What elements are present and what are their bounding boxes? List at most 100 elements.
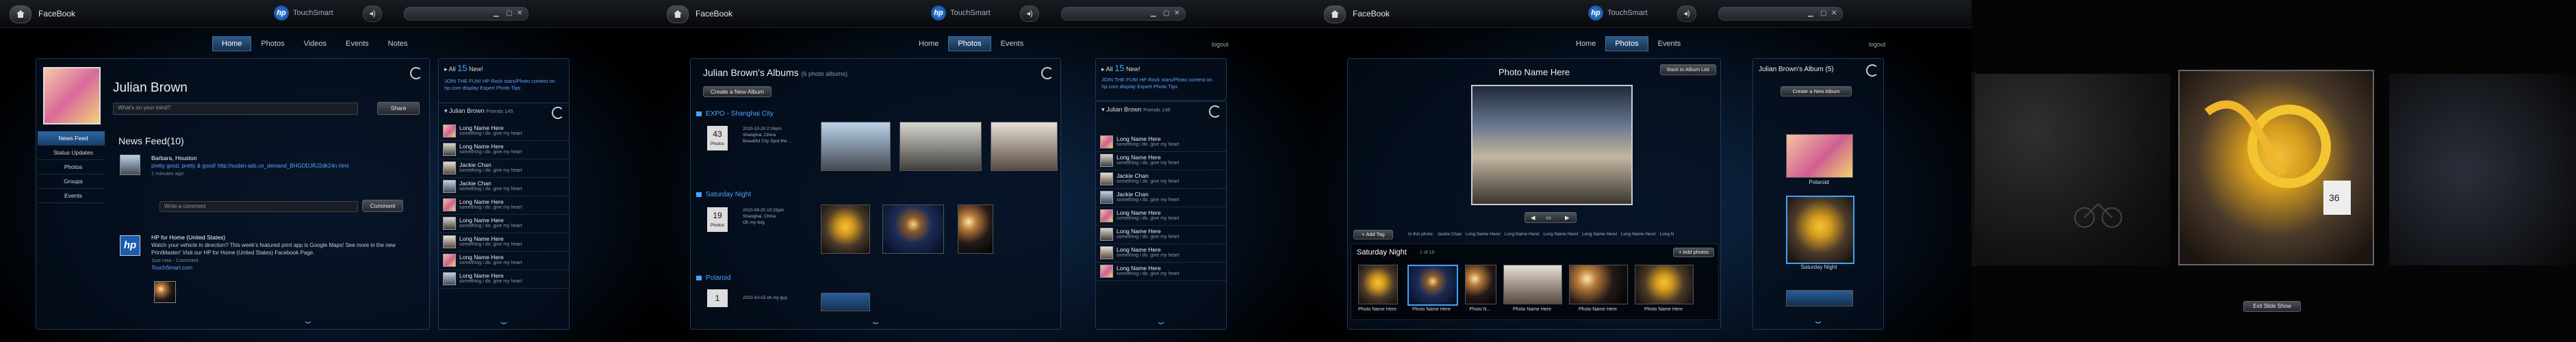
nav-status-updates[interactable]: Status Updates: [38, 146, 105, 160]
tag[interactable]: Long Name Here!: [1582, 232, 1617, 237]
back-to-album-list-button[interactable]: Back to Album List: [1660, 64, 1716, 75]
next-icon[interactable]: ▶: [1565, 213, 1570, 222]
feed-author[interactable]: Barbara, Houston: [151, 155, 398, 162]
feed-link[interactable]: TouchSmart.com: [151, 264, 398, 272]
scroll-down-icon[interactable]: ⌄: [498, 317, 510, 326]
next-slide[interactable]: [2389, 74, 2576, 265]
notification-text[interactable]: JOIN THE FUN! HP Rock stars/Photo contes…: [444, 78, 564, 92]
add-photos-button[interactable]: + Add photos: [1673, 248, 1714, 257]
nav-groups[interactable]: Groups: [38, 174, 105, 189]
main-photo[interactable]: [1471, 85, 1633, 205]
refresh-icon[interactable]: [1041, 67, 1054, 79]
album-title[interactable]: Saturday Night: [696, 191, 751, 198]
friend-row[interactable]: Long Name Here something i do. give my he…: [1096, 207, 1226, 226]
close-icon[interactable]: ✕: [1831, 10, 1837, 17]
notification-text[interactable]: JOIN THE FUN! HP Rock stars/Photo contes…: [1101, 77, 1221, 90]
scroll-down-icon[interactable]: ⌄: [1155, 317, 1167, 326]
album-photo[interactable]: [821, 205, 870, 254]
scroll-down-icon[interactable]: ⌄: [302, 316, 314, 326]
comment-input[interactable]: Write a comment: [160, 201, 358, 212]
tag[interactable]: Long N: [1660, 232, 1674, 237]
friend-row[interactable]: Jackie Chan something i do. give my heart: [439, 159, 569, 178]
friend-row[interactable]: Long Name Here something i do. give my he…: [1096, 133, 1226, 152]
tag[interactable]: Long Name Here!: [1466, 232, 1501, 237]
share-button[interactable]: Share: [377, 102, 420, 115]
maximize-icon[interactable]: ▢: [1163, 10, 1169, 17]
scroll-down-icon[interactable]: ⌄: [869, 317, 882, 326]
close-icon[interactable]: ✕: [517, 10, 522, 17]
home-button[interactable]: [667, 5, 689, 23]
home-button[interactable]: [1324, 5, 1346, 23]
friend-row[interactable]: Long Name Here something i do. give my he…: [1096, 263, 1226, 281]
status-input[interactable]: What's on your mind?: [113, 103, 358, 115]
add-tag-button[interactable]: + Add Tag: [1353, 230, 1393, 239]
window-controls[interactable]: ▁ ▢ ✕: [1061, 7, 1186, 21]
album-title[interactable]: EXPO - Shanghai City: [696, 110, 774, 118]
refresh-icon[interactable]: [410, 67, 422, 79]
friend-row[interactable]: Jackie Chan something i do. give my heart: [439, 178, 569, 196]
strip-thumbnail[interactable]: [1503, 265, 1562, 304]
friend-row[interactable]: Long Name Here something i do. give my he…: [439, 122, 569, 141]
friend-row[interactable]: Long Name Here something i do. give my he…: [439, 141, 569, 159]
close-icon[interactable]: ✕: [1174, 10, 1179, 17]
exit-slideshow-button[interactable]: Exit Slide Show: [2243, 301, 2301, 312]
strip-thumbnail[interactable]: [1569, 265, 1628, 304]
album-photo[interactable]: [958, 205, 993, 254]
notifications-header[interactable]: ▸ All 15 New!: [444, 63, 483, 73]
scroll-down-icon[interactable]: ⌄: [1812, 316, 1824, 326]
minimize-icon[interactable]: ▁: [1808, 10, 1813, 17]
previous-slide[interactable]: [1975, 74, 2170, 265]
album-photo[interactable]: [821, 293, 870, 311]
strip-thumbnail-selected[interactable]: [1407, 265, 1458, 306]
friend-row[interactable]: Long Name Here something i do. give my he…: [1096, 226, 1226, 244]
tag[interactable]: Long Name Here!: [1543, 232, 1578, 237]
tag[interactable]: Long Name Here!: [1621, 232, 1656, 237]
tag[interactable]: Jackie Chan: [1438, 232, 1462, 237]
logout-link[interactable]: logout: [1212, 41, 1229, 48]
feed-thumbnail[interactable]: [154, 281, 176, 303]
logout-link[interactable]: logout: [1869, 41, 1886, 48]
friend-row[interactable]: Jackie Chan something i do. give my heart: [1096, 189, 1226, 207]
tab-events[interactable]: Events: [991, 36, 1034, 51]
refresh-icon[interactable]: [552, 107, 564, 119]
feed-text[interactable]: pretty good, pretty & good! http://sudan…: [151, 162, 398, 170]
maximize-icon[interactable]: ▢: [506, 10, 512, 17]
tab-home[interactable]: Home: [212, 36, 252, 51]
tab-photos[interactable]: Photos: [251, 36, 294, 51]
tab-photos[interactable]: Photos: [1605, 36, 1648, 51]
minimize-icon[interactable]: ▁: [494, 10, 499, 17]
speaker-icon[interactable]: ◂): [1020, 5, 1039, 22]
album-photo[interactable]: [900, 122, 982, 171]
maximize-icon[interactable]: ▢: [1820, 10, 1826, 17]
album-photo[interactable]: [991, 122, 1058, 171]
home-button[interactable]: [10, 5, 31, 23]
album-title[interactable]: Polaroid: [696, 274, 731, 282]
friend-row[interactable]: Long Name Here something i do. give my he…: [439, 215, 569, 233]
tab-events[interactable]: Events: [1648, 36, 1691, 51]
feed-author[interactable]: HP for Home (United States): [151, 234, 398, 241]
notifications-header[interactable]: ▸ All 15 New!: [1101, 63, 1140, 73]
friend-row[interactable]: Long Name Here something i do. give my he…: [1096, 152, 1226, 170]
album-cover-selected[interactable]: [1786, 196, 1854, 264]
tab-home[interactable]: Home: [909, 36, 948, 51]
slideshow-icon[interactable]: ▭: [1546, 213, 1551, 222]
strip-thumbnail[interactable]: [1465, 265, 1496, 304]
nav-photos[interactable]: Photos: [38, 160, 105, 174]
album-photo[interactable]: [821, 122, 891, 171]
friend-row[interactable]: Long Name Here something i do. give my he…: [439, 252, 569, 270]
comment-button[interactable]: Comment: [362, 200, 403, 212]
tab-videos[interactable]: Videos: [294, 36, 336, 51]
strip-thumbnail[interactable]: [1358, 265, 1398, 304]
speaker-icon[interactable]: ◂): [1677, 5, 1696, 22]
create-album-button[interactable]: Create a New Album: [1781, 86, 1852, 96]
nav-news-feed[interactable]: News Feed: [38, 131, 105, 146]
speaker-icon[interactable]: ◂): [363, 5, 382, 22]
album-cover[interactable]: [1786, 290, 1853, 306]
friend-row[interactable]: Long Name Here something i do. give my he…: [439, 233, 569, 252]
tab-home[interactable]: Home: [1566, 36, 1605, 51]
album-photo[interactable]: [882, 205, 944, 254]
album-cover[interactable]: [1786, 134, 1853, 178]
tab-events[interactable]: Events: [336, 36, 379, 51]
friend-row[interactable]: Long Name Here something i do. give my he…: [439, 270, 569, 289]
window-controls[interactable]: ▁ ▢ ✕: [1718, 7, 1843, 21]
